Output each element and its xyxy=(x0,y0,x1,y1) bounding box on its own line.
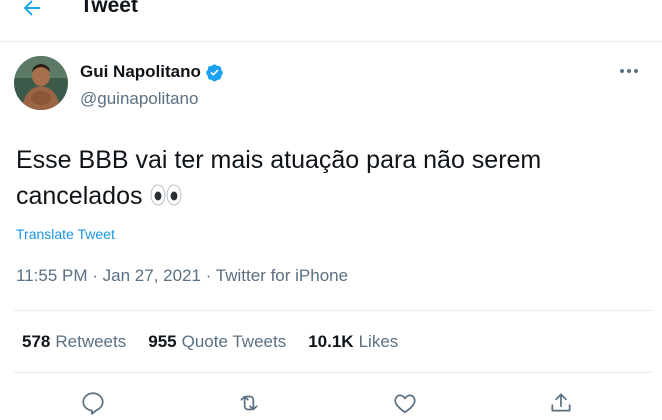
tweet-text: Esse BBB vai ter mais atuação para não s… xyxy=(16,142,636,214)
tweet-time[interactable]: 11:55 PM xyxy=(16,266,88,285)
tweet-source[interactable]: Twitter for iPhone xyxy=(216,266,348,285)
verified-badge-icon xyxy=(205,63,224,82)
page-title: Tweet xyxy=(80,0,138,17)
translate-tweet-link[interactable]: Translate Tweet xyxy=(16,226,115,242)
meta-separator: · xyxy=(205,266,212,285)
stats-top-divider xyxy=(14,310,652,311)
tweet-stats: 578 Retweets 955 Quote Tweets 10.1K Like… xyxy=(22,332,398,352)
stats-bottom-divider xyxy=(14,372,652,373)
reply-icon[interactable] xyxy=(80,390,106,416)
tweet-meta: 11:55 PM · Jan 27, 2021 · Twitter for iP… xyxy=(16,266,348,286)
tweet-actions xyxy=(0,388,662,420)
author-handle[interactable]: @guinapolitano xyxy=(80,89,198,109)
quote-tweets-label: Quote Tweets xyxy=(181,332,287,351)
retweets-count: 578 xyxy=(22,332,51,351)
retweets-stat[interactable]: 578 Retweets xyxy=(22,332,126,352)
like-icon[interactable] xyxy=(392,390,418,416)
likes-label: Likes xyxy=(358,332,399,351)
meta-separator: · xyxy=(92,266,98,285)
quote-tweets-stat[interactable]: 955 Quote Tweets xyxy=(148,332,286,352)
share-icon[interactable] xyxy=(548,390,574,416)
avatar[interactable] xyxy=(14,56,68,110)
retweet-icon[interactable] xyxy=(236,390,262,416)
tweet-date[interactable]: Jan 27, 2021 xyxy=(103,266,201,285)
more-options-icon[interactable] xyxy=(618,66,640,76)
back-arrow-icon[interactable] xyxy=(20,0,44,20)
likes-stat[interactable]: 10.1K Likes xyxy=(308,332,398,352)
quote-tweets-count: 955 xyxy=(148,332,177,351)
retweets-label: Retweets xyxy=(55,332,127,351)
author-name-row[interactable]: Gui Napolitano xyxy=(80,62,224,82)
tweet-body: Esse BBB vai ter mais atuação para não s… xyxy=(16,146,542,210)
header-divider xyxy=(0,41,662,42)
eyes-emoji-icon xyxy=(150,184,182,206)
author-display-name[interactable]: Gui Napolitano xyxy=(80,62,201,82)
likes-count: 10.1K xyxy=(308,332,354,351)
tweet-header: Tweet xyxy=(0,0,662,40)
